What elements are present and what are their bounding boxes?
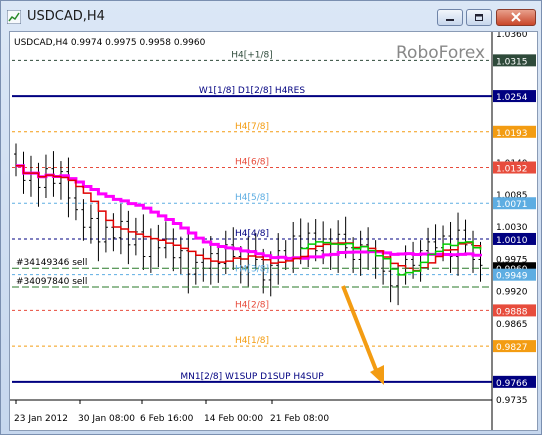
order-label: #34097840 sell — [16, 277, 87, 287]
price-tag-label: 1.0254 — [496, 93, 528, 103]
level-label: H4[1/8] — [235, 336, 269, 346]
price-tick-label: 1.0360 — [496, 32, 528, 40]
price-tag-label: 0.9888 — [496, 307, 528, 317]
time-tick-label: 23 Jan 2012 — [14, 414, 68, 424]
time-tick-label: 14 Feb 00:00 — [204, 414, 263, 424]
close-icon — [511, 12, 521, 22]
time-tick-label: 6 Feb 16:00 — [140, 414, 194, 424]
maximize-button[interactable] — [466, 9, 492, 26]
level-label: H4[7/8] — [235, 122, 269, 132]
minimize-icon — [446, 19, 454, 21]
price-chart[interactable]: #34149346 sell #34097840 sell H4[+1/8] W1[… — [9, 30, 538, 431]
chart-window: USDCAD,H4 #34149346 sell #34097840 sell H… — [0, 0, 542, 435]
price-tag-label: 0.9949 — [496, 272, 528, 282]
price-tick-label: 0.9920 — [496, 288, 528, 298]
restore-icon — [475, 14, 483, 21]
price-tick-label: 0.9865 — [496, 320, 528, 330]
order-label: #34149346 sell — [16, 258, 87, 268]
level-label: H4[2/8] — [235, 300, 269, 310]
title-bar[interactable]: USDCAD,H4 — [1, 1, 541, 31]
level-label: MN1[2/8] W1SUP D1SUP H4SUP — [180, 372, 324, 382]
price-tag-label: 0.9827 — [496, 343, 528, 353]
watermark: RoboForex — [396, 43, 485, 63]
level-label: H4[3/8] — [235, 265, 269, 275]
level-label: H4[4/8] — [235, 229, 269, 239]
window-title: USDCAD,H4 — [27, 9, 105, 24]
level-label: H4[6/8] — [235, 158, 269, 168]
chart-canvas[interactable]: #34149346 sell #34097840 sell H4[+1/8] W1[… — [10, 30, 537, 430]
level-label: H4[5/8] — [235, 193, 269, 203]
close-button[interactable] — [496, 9, 536, 26]
price-tag-label: 1.0010 — [496, 236, 528, 246]
price-tag-label: 1.0071 — [496, 200, 528, 210]
price-tag-label: 1.0315 — [496, 57, 528, 67]
price-tag-label: 0.9766 — [496, 379, 528, 389]
minimize-button[interactable] — [437, 9, 463, 26]
level-label: H4[+1/8] — [231, 50, 273, 60]
level-label: W1[1/8] D1[2/8] H4RES — [199, 86, 305, 96]
price-tick-label: 1.0030 — [496, 223, 528, 233]
price-tag-label: 1.0132 — [496, 165, 528, 175]
chart-header: USDCAD,H4 0.9974 0.9975 0.9958 0.9960 — [14, 38, 206, 48]
chart-icon — [7, 10, 21, 24]
forecast-arrow — [341, 285, 378, 371]
time-tick-label: 21 Feb 08:00 — [270, 414, 329, 424]
price-tick-label: 0.9735 — [496, 396, 528, 406]
price-tag-label: 1.0193 — [496, 129, 528, 139]
time-tick-label: 30 Jan 08:00 — [78, 414, 135, 424]
